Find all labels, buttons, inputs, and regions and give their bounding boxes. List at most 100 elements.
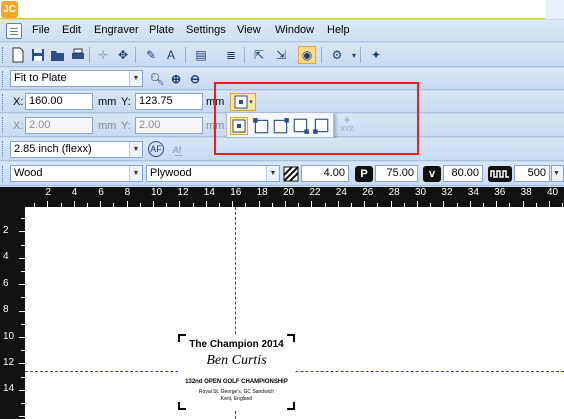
menu-help[interactable]: Help — [327, 24, 350, 36]
position-x-input[interactable]: 160.00 — [25, 93, 93, 110]
zoom-select[interactable]: Fit to Plate ▼ — [10, 70, 143, 87]
toolbar-separator — [244, 47, 245, 63]
ruler-h-tick: 40 — [547, 187, 559, 198]
text-tool-icon[interactable]: A — [162, 46, 180, 64]
toolbar-grip[interactable] — [2, 71, 5, 87]
plate-event[interactable]: 132nd OPEN GOLF CHAMPIONSHIP — [178, 379, 295, 385]
ruler-h-tick: 30 — [415, 187, 427, 198]
power-input[interactable]: 75.00 — [375, 165, 418, 182]
settings-gear-icon[interactable]: ⚙ — [328, 46, 346, 64]
plate-venue-line1[interactable]: Royal St. George's, GC Sandwich — [178, 389, 295, 395]
menu-file[interactable]: File — [32, 24, 50, 36]
ruler-h-tick: 12 — [177, 187, 189, 198]
material-name-select[interactable]: Plywood ▼ — [146, 165, 280, 182]
toolbar-grip[interactable] — [2, 47, 5, 63]
ruler-h-tick: 36 — [494, 187, 506, 198]
window-controls[interactable] — [546, 0, 564, 19]
export-icon[interactable]: ⇱ — [250, 46, 268, 64]
toolbar-grip[interactable] — [2, 141, 5, 157]
material-type-select[interactable]: Wood ▼ — [10, 165, 143, 182]
horizontal-ruler[interactable]: 0246810121416182022242628303234363840 — [25, 187, 564, 207]
laser-icon[interactable]: ✦ — [367, 46, 385, 64]
ruler-v-tick: 2 — [3, 225, 9, 236]
plate-venue-line2[interactable]: Kent, England — [178, 396, 295, 402]
cutter-select[interactable]: 2.85 inch (flexx) ▼ — [10, 141, 143, 158]
selection-handle[interactable] — [287, 402, 295, 410]
selection-handle[interactable] — [178, 402, 186, 410]
toolbar-separator — [360, 47, 361, 63]
zoom-out-icon[interactable]: ⊖ — [186, 70, 204, 88]
position-y-input[interactable]: 123.75 — [135, 93, 203, 110]
size-x-unit: mm — [98, 120, 117, 132]
engraving-plate[interactable]: The Champion 2014 Ben Curtis 132nd OPEN … — [178, 334, 295, 410]
size-x-input[interactable]: 2.00 — [25, 117, 93, 134]
ruler-v-tick: 8 — [3, 304, 9, 316]
plate-title[interactable]: The Champion 2014 — [178, 339, 295, 350]
import-icon[interactable]: ⇲ — [272, 46, 290, 64]
zoom-icon[interactable]: 🔍︎ — [148, 70, 166, 88]
ruler-h-tick: 38 — [520, 187, 532, 198]
save-icon[interactable] — [29, 46, 47, 64]
ruler-v-tick: 10 — [3, 330, 15, 342]
document-menu-icon[interactable] — [6, 23, 22, 39]
position-y-label: Y: — [121, 96, 131, 108]
toolbar-grip[interactable] — [2, 117, 5, 133]
toolbar-grip[interactable] — [2, 94, 5, 110]
ruler-h-tick: 32 — [441, 187, 453, 198]
chevron-down-icon[interactable]: ▼ — [129, 71, 142, 86]
chevron-down-icon[interactable]: ▼ — [266, 166, 279, 181]
ruler-h-tick: 24 — [335, 187, 347, 198]
ruler-h-tick: 16 — [230, 187, 242, 198]
toolbar-separator — [321, 47, 322, 63]
menu-plate[interactable]: Plate — [149, 24, 174, 36]
zoom-select-value: Fit to Plate — [14, 72, 67, 84]
ruler-h-tick: 6 — [98, 187, 104, 198]
pen-tool-icon[interactable]: ✎ — [142, 46, 160, 64]
frequency-input[interactable]: 500 — [514, 165, 550, 182]
autofocus-icon[interactable]: AF — [148, 141, 164, 157]
ruler-h-tick: 28 — [388, 187, 400, 198]
size-y-label: Y: — [121, 120, 131, 132]
ruler-h-tick: 14 — [203, 187, 215, 198]
hatch-icon — [282, 165, 300, 183]
toolbar-grip[interactable] — [2, 166, 5, 182]
chevron-down-icon[interactable]: ▼ — [129, 166, 142, 181]
hatch-input[interactable]: 4.00 — [301, 165, 349, 182]
plate-name[interactable]: Ben Curtis — [178, 353, 295, 369]
open-folder-icon[interactable] — [49, 46, 67, 64]
ruler-h-tick: 26 — [362, 187, 374, 198]
toolbar-separator — [185, 47, 186, 63]
focus-adjust-icon[interactable]: A͟f — [168, 141, 186, 159]
print-icon[interactable] — [69, 46, 87, 64]
insert-object-icon[interactable]: ▤ — [192, 46, 210, 64]
new-file-icon[interactable] — [9, 46, 27, 64]
toolbar-separator — [135, 47, 136, 63]
ruler-v-tick: 6 — [3, 277, 9, 289]
position-x-label: X: — [13, 96, 24, 108]
menu-edit[interactable]: Edit — [62, 24, 81, 36]
ruler-h-tick: 34 — [467, 187, 479, 198]
ruler-v-tick: 12 — [3, 357, 15, 368]
menu-bar: File Edit Engraver Plate Settings View W… — [0, 20, 564, 42]
menu-engraver[interactable]: Engraver — [94, 24, 139, 36]
chevron-down-icon[interactable]: ▼ — [129, 142, 142, 157]
frequency-dropdown[interactable]: ▼ — [551, 165, 564, 182]
size-y-input[interactable]: 2.00 — [135, 117, 203, 134]
velocity-input[interactable]: 80.00 — [443, 165, 483, 182]
power-badge: P — [355, 166, 373, 182]
move-pointer-icon[interactable]: ✥ — [114, 46, 132, 64]
layers-icon[interactable]: ≣ — [222, 46, 240, 64]
highlight-box — [214, 82, 419, 155]
zoom-in-icon[interactable]: ⊕ — [167, 70, 185, 88]
size-x-label: X: — [13, 120, 24, 132]
ruler-h-tick: 8 — [124, 187, 131, 198]
preview-eye-icon[interactable]: ◉ — [298, 46, 316, 64]
ruler-v-tick: 4 — [3, 251, 9, 263]
menu-view[interactable]: View — [237, 24, 261, 36]
main-toolbar: ✛ ✥ ✎ A ▤ ≣ ⇱ ⇲ ◉ ⚙ ▾ ✦ — [0, 43, 564, 67]
ruler-h-tick: 10 — [151, 187, 163, 198]
menu-window[interactable]: Window — [275, 24, 314, 36]
crosshair-icon[interactable]: ✛ — [94, 46, 112, 64]
vertical-ruler[interactable]: 2 4 6 8 10 12 14 — [0, 207, 25, 419]
menu-settings[interactable]: Settings — [186, 24, 226, 36]
